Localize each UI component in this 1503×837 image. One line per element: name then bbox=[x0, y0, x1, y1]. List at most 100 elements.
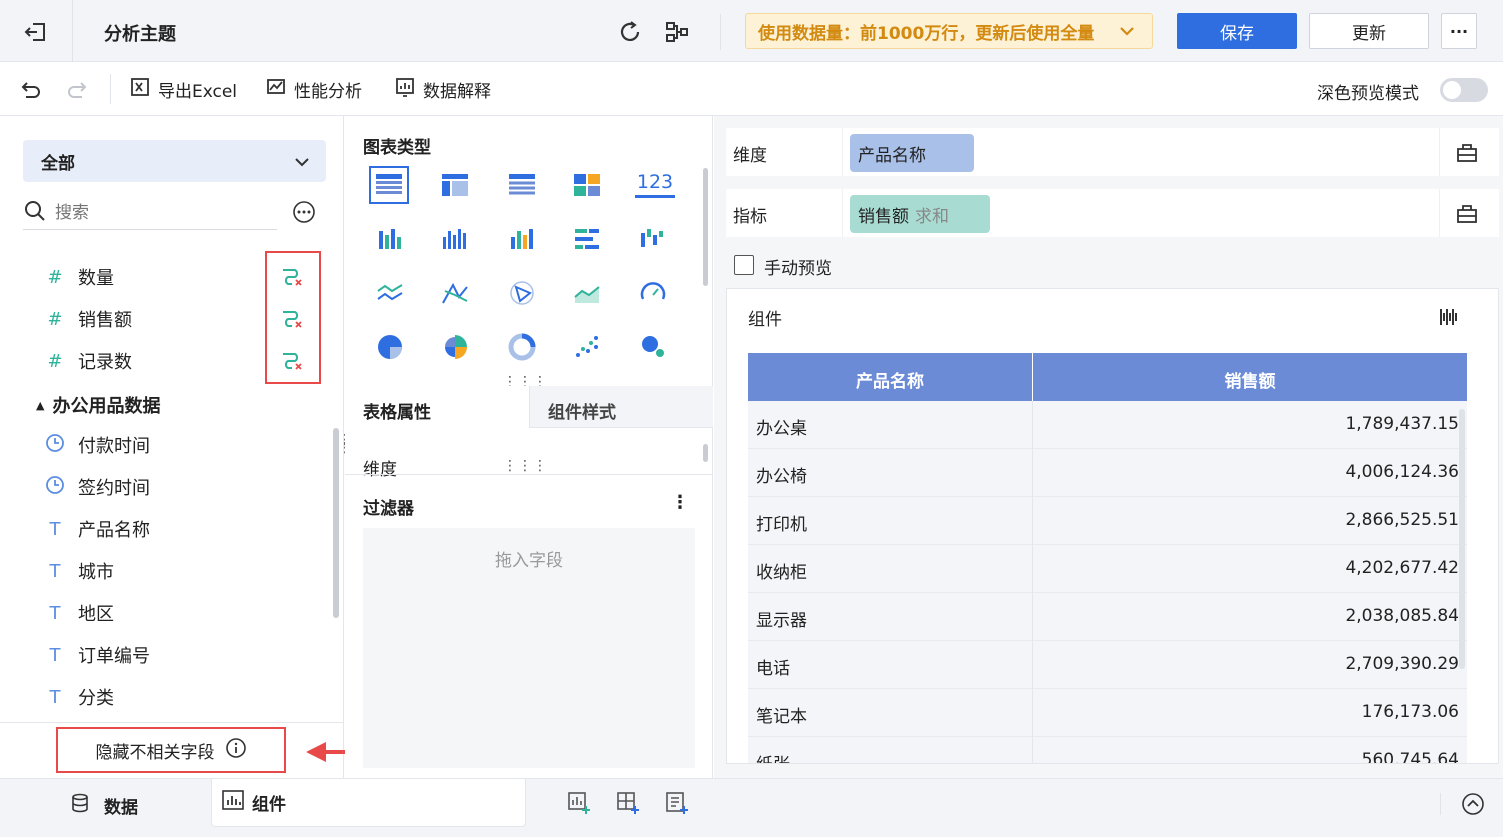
rose-chart-icon[interactable] bbox=[440, 332, 470, 362]
info-icon[interactable] bbox=[225, 737, 247, 764]
chevron-down-icon bbox=[292, 152, 312, 176]
data-explain-button[interactable]: 数据解释 bbox=[395, 77, 491, 102]
multi-color-bar-icon[interactable] bbox=[507, 224, 537, 254]
tab-data[interactable]: 数据 bbox=[70, 793, 138, 818]
undo-icon[interactable] bbox=[18, 77, 44, 103]
tab-table-properties[interactable]: 表格属性 bbox=[345, 386, 529, 428]
field-region[interactable]: T 地区 bbox=[44, 600, 115, 626]
explain-label: 数据解释 bbox=[423, 82, 491, 102]
field-category[interactable]: T 分类 bbox=[44, 684, 115, 710]
save-button[interactable]: 保存 bbox=[1177, 13, 1297, 49]
metric-chip[interactable]: 销售额 求和 bbox=[850, 195, 990, 233]
donut-chart-icon[interactable] bbox=[507, 332, 537, 362]
filter-title: 过滤器 bbox=[363, 499, 414, 519]
field-order-id[interactable]: T 订单编号 bbox=[44, 642, 151, 668]
horizontal-bar-icon[interactable] bbox=[572, 224, 602, 254]
table-scrollbar[interactable] bbox=[1459, 409, 1465, 669]
lineage-icon[interactable] bbox=[664, 19, 690, 45]
collapse-up-icon[interactable] bbox=[1461, 792, 1485, 820]
search-input[interactable] bbox=[55, 202, 255, 223]
search-box[interactable] bbox=[23, 196, 277, 230]
toolbar: 导出Excel 性能分析 数据解释 深色预览模式 bbox=[0, 62, 1503, 116]
gauge-chart-icon[interactable] bbox=[638, 278, 668, 308]
drag-handle-icon[interactable]: ⋮⋮⋮ bbox=[503, 458, 548, 474]
field-label: 产品名称 bbox=[78, 520, 150, 541]
grouped-bar-icon[interactable] bbox=[375, 224, 405, 254]
measure-icon: # bbox=[47, 350, 63, 372]
scope-select[interactable]: 全部 bbox=[23, 140, 326, 182]
group-office-supplies[interactable]: ▲ 办公用品数据 bbox=[36, 392, 160, 418]
add-dashboard-icon[interactable] bbox=[616, 791, 640, 819]
pie-chart-icon[interactable] bbox=[375, 332, 405, 362]
table-row[interactable]: 办公椅 4,006,124.36 bbox=[748, 449, 1467, 497]
update-button[interactable]: 更新 bbox=[1309, 13, 1429, 49]
performance-analysis-button[interactable]: 性能分析 bbox=[266, 77, 362, 102]
text-type-icon: T bbox=[49, 560, 61, 582]
props-scrollbar[interactable] bbox=[703, 444, 708, 462]
bubble-chart-icon[interactable] bbox=[638, 332, 668, 362]
field-record-count[interactable]: # 记录数 bbox=[44, 348, 132, 374]
field-pay-time[interactable]: 付款时间 bbox=[44, 432, 150, 458]
text-type-icon: T bbox=[49, 644, 61, 666]
redo-icon[interactable] bbox=[64, 77, 90, 103]
table-chart-icon[interactable] bbox=[369, 166, 409, 204]
table-row[interactable]: 纸张 560,745.64 bbox=[748, 737, 1467, 763]
export-excel-button[interactable]: 导出Excel bbox=[130, 77, 237, 102]
field-city[interactable]: T 城市 bbox=[44, 558, 115, 584]
line-chart-icon[interactable] bbox=[375, 278, 405, 308]
dimension-settings-icon[interactable] bbox=[1456, 141, 1478, 167]
tab-component-style[interactable]: 组件样式 bbox=[529, 386, 713, 428]
filter-more-icon[interactable]: ⋮ bbox=[671, 492, 689, 513]
add-report-icon[interactable] bbox=[665, 791, 689, 819]
filter-drop-zone[interactable]: 拖入字段 bbox=[363, 528, 695, 768]
column-header-sales[interactable]: 销售额 bbox=[1033, 367, 1467, 392]
field-sales[interactable]: # 销售额 bbox=[44, 306, 132, 332]
chart-scrollbar[interactable] bbox=[703, 168, 708, 286]
more-button[interactable]: ··· bbox=[1441, 13, 1477, 49]
text-type-icon: T bbox=[49, 518, 61, 540]
cell-product: 办公椅 bbox=[756, 467, 807, 487]
scrollbar[interactable] bbox=[333, 428, 339, 618]
cell-sales: 176,173.06 bbox=[1361, 702, 1459, 722]
chart-config-panel: 图表类型 123 ⋮⋮⋮ 表格属性 组件样式 维度 ⋮⋮⋮ 过滤器 ⋮ 拖入字段 bbox=[345, 116, 713, 778]
add-component-icon[interactable] bbox=[567, 791, 591, 819]
table-row[interactable]: 收纳柜 4,202,677.42 bbox=[748, 545, 1467, 593]
table-row[interactable]: 打印机 2,866,525.51 bbox=[748, 497, 1467, 545]
component-card: 组件 产品名称 销售额 办公桌 1,789,437.15 办公椅 4,006,124.… bbox=[726, 288, 1499, 764]
metric-label: 指标 bbox=[733, 207, 767, 227]
field-quantity[interactable]: # 数量 bbox=[44, 264, 114, 290]
hide-irrelevant-fields-button[interactable]: 隐藏不相关字段 bbox=[56, 727, 286, 773]
more-options-icon[interactable] bbox=[292, 200, 316, 224]
dark-mode-toggle[interactable] bbox=[1440, 78, 1488, 102]
tab-component[interactable]: 组件 bbox=[211, 779, 526, 827]
dimension-label: 维度 bbox=[733, 146, 767, 166]
dimension-chip[interactable]: 产品名称 bbox=[850, 134, 974, 172]
column-chart-icon[interactable] bbox=[440, 224, 470, 254]
table-row[interactable]: 电话 2,709,390.29 bbox=[748, 641, 1467, 689]
kpi-card-icon[interactable] bbox=[572, 170, 602, 200]
search-icon bbox=[23, 199, 47, 227]
tab-data-label: 数据 bbox=[104, 798, 138, 818]
radar-chart-icon[interactable] bbox=[507, 278, 537, 308]
number-chart-icon[interactable]: 123 bbox=[635, 168, 675, 198]
table-row[interactable]: 笔记本 176,173.06 bbox=[748, 689, 1467, 737]
waterfall-chart-icon[interactable] bbox=[638, 224, 668, 254]
data-usage-notice[interactable]: 使用数据量：前1000万行，更新后使用全量 bbox=[745, 13, 1153, 49]
hide-fields-label: 隐藏不相关字段 bbox=[95, 742, 215, 763]
cross-table-icon[interactable] bbox=[440, 170, 470, 200]
metric-settings-icon[interactable] bbox=[1456, 202, 1478, 228]
refresh-icon[interactable] bbox=[617, 19, 643, 45]
field-sign-time[interactable]: 签约时间 bbox=[44, 474, 150, 500]
column-header-product[interactable]: 产品名称 bbox=[748, 367, 1032, 392]
manual-preview-checkbox[interactable] bbox=[734, 255, 754, 275]
table-row[interactable]: 显示器 2,038,085.84 bbox=[748, 593, 1467, 641]
scatter-chart-icon[interactable] bbox=[572, 332, 602, 362]
field-product-name[interactable]: T 产品名称 bbox=[44, 516, 151, 542]
field-label: 数量 bbox=[78, 268, 114, 289]
back-icon[interactable] bbox=[22, 18, 50, 46]
area-chart-icon[interactable] bbox=[572, 278, 602, 308]
table-row[interactable]: 办公桌 1,789,437.15 bbox=[748, 401, 1467, 449]
barcode-icon[interactable] bbox=[1439, 307, 1459, 331]
radar-line-icon[interactable] bbox=[440, 278, 470, 308]
detail-table-icon[interactable] bbox=[507, 170, 537, 200]
